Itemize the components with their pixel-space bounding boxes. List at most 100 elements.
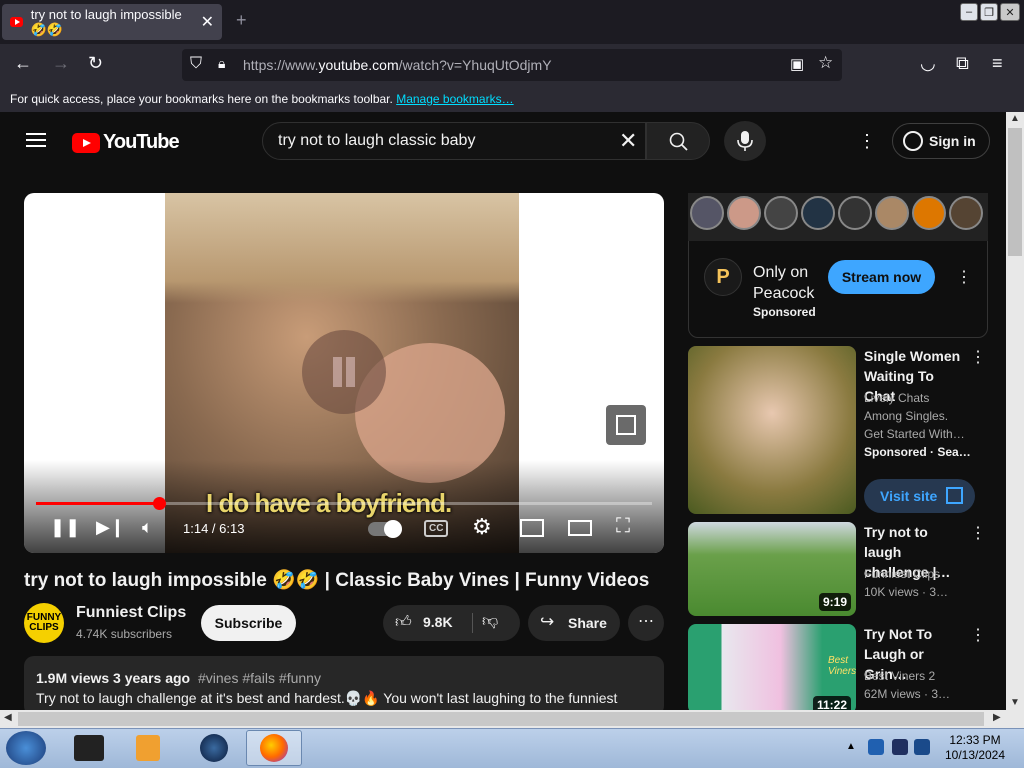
scroll-down-arrow-icon[interactable]: ▼ xyxy=(1010,697,1020,708)
rec-channel[interactable]: Funniest Clips xyxy=(864,565,940,583)
ad-banner-faces[interactable] xyxy=(688,193,988,241)
best-viners-watermark: Best Viners xyxy=(828,655,857,677)
bookmarks-toolbar: For quick access, place your bookmarks h… xyxy=(0,86,1024,112)
new-tab-icon[interactable]: + xyxy=(236,10,247,31)
rec-more-icon[interactable]: ⋮ xyxy=(970,523,986,543)
description-meta: 1.9M views 3 years ago #vines #fails #fu… xyxy=(36,670,321,686)
ad-title[interactable]: Only on Peacock xyxy=(753,262,823,304)
firefox-icon xyxy=(260,734,288,762)
ad-face-thumbnail xyxy=(875,196,909,230)
autoplay-toggle[interactable] xyxy=(368,520,402,538)
back-arrow-icon[interactable]: ← xyxy=(14,53,32,74)
url-text[interactable]: https://www.youtube.com/watch?v=YhuqUtOd… xyxy=(243,57,552,73)
rec-more-icon[interactable]: ⋮ xyxy=(970,625,986,645)
browser-tab[interactable]: try not to laugh impossible 🤣🤣 ✕ xyxy=(2,4,222,40)
manage-bookmarks-link[interactable]: Manage bookmarks… xyxy=(396,92,513,106)
captions-icon[interactable]: CC xyxy=(424,520,449,537)
close-tab-icon[interactable]: ✕ xyxy=(201,12,214,32)
ad-face-thumbnail xyxy=(949,196,983,230)
rec-meta: 10K views · 3… xyxy=(864,585,949,599)
bookmark-star-icon[interactable]: ☆ xyxy=(818,53,833,73)
clear-search-icon[interactable]: ✕ xyxy=(619,128,637,154)
address-bar[interactable]: ⛉ 🔒︎ https://www.youtube.com/watch?v=Yhu… xyxy=(182,49,842,81)
rec-channel[interactable]: Best Viners 2 xyxy=(864,667,935,685)
reader-view-icon[interactable]: ▣ xyxy=(790,55,804,73)
volume-icon[interactable]: 🔈︎ xyxy=(142,517,153,538)
horizontal-scroll-thumb[interactable] xyxy=(18,712,984,726)
video-duration: 9:19 xyxy=(819,593,852,611)
hashtags[interactable]: #vines #fails #funny xyxy=(198,670,321,686)
video-hair-region xyxy=(165,193,519,303)
share-arrow-icon[interactable]: ↪ xyxy=(540,612,554,632)
stream-now-button[interactable]: Stream now xyxy=(828,260,935,294)
sponsored-thumbnail[interactable] xyxy=(688,346,856,514)
sign-in-label: Sign in xyxy=(929,133,976,149)
tray-display-icon[interactable] xyxy=(892,739,908,755)
ad-face-thumbnail xyxy=(801,196,835,230)
media-player-icon xyxy=(136,735,160,761)
tray-app-icon[interactable] xyxy=(868,739,884,755)
tab-title: try not to laugh impossible 🤣🤣 xyxy=(30,6,182,37)
miniplayer-icon[interactable] xyxy=(520,519,544,537)
theater-mode-icon[interactable] xyxy=(568,520,592,536)
video-title: try not to laugh impossible 🤣🤣 | Classic… xyxy=(24,570,650,591)
scroll-up-arrow-icon[interactable]: ▲ xyxy=(1010,113,1020,124)
lock-icon[interactable]: 🔒︎ xyxy=(218,55,225,72)
shield-icon[interactable]: ⛉ xyxy=(190,55,202,73)
taskbar-app-terminal[interactable] xyxy=(62,730,118,766)
time-display: 1:14 / 6:13 xyxy=(183,521,245,536)
youtube-favicon-icon xyxy=(10,17,23,27)
restore-button[interactable]: ❐ xyxy=(980,3,998,21)
progress-scrubber[interactable] xyxy=(152,497,166,510)
visit-site-button[interactable]: Visit site xyxy=(864,479,975,513)
vertical-scroll-thumb[interactable] xyxy=(1008,128,1022,256)
dislike-icon[interactable]: 👎︎ xyxy=(482,612,498,631)
like-count[interactable]: 9.8K xyxy=(423,614,453,630)
voice-search-button[interactable] xyxy=(724,121,766,161)
center-pause-icon[interactable] xyxy=(302,330,386,414)
description-box[interactable] xyxy=(24,656,664,716)
rec-more-icon[interactable]: ⋮ xyxy=(970,347,986,367)
scroll-left-arrow-icon[interactable]: ◀ xyxy=(4,712,12,723)
settings-gear-icon[interactable]: ⚙ xyxy=(472,514,492,540)
sign-in-button[interactable]: Sign in xyxy=(892,123,990,159)
taskbar-app-firefox[interactable] xyxy=(246,730,302,766)
like-icon[interactable]: 👍︎ xyxy=(395,613,412,632)
window-controls: – ❐ ✕ xyxy=(960,3,1020,21)
search-icon xyxy=(669,132,688,151)
extensions-icon[interactable]: ⧉ xyxy=(956,53,969,74)
search-input[interactable]: try not to laugh classic baby xyxy=(278,132,475,150)
minimize-button[interactable]: – xyxy=(960,3,978,21)
menu-icon[interactable]: ≡ xyxy=(992,53,1003,74)
ad-more-icon[interactable]: ⋮ xyxy=(956,267,972,287)
more-actions-button[interactable]: ⋯ xyxy=(628,605,664,641)
forward-arrow-icon[interactable]: → xyxy=(52,53,70,74)
rec-sponsored-meta: Sponsored · Sea… xyxy=(864,445,971,459)
subscribe-button[interactable]: Subscribe xyxy=(201,605,296,641)
tray-expand-icon[interactable]: ▲ xyxy=(846,741,856,752)
taskbar-app-media-player[interactable] xyxy=(122,730,178,766)
channel-avatar[interactable]: FUNNY CLIPS xyxy=(24,603,64,643)
channel-name[interactable]: Funniest Clips xyxy=(76,604,186,622)
taskbar-app-network[interactable] xyxy=(186,730,242,766)
hamburger-menu-icon[interactable] xyxy=(26,133,46,147)
youtube-logo[interactable]: YouTube xyxy=(72,131,180,154)
scroll-right-arrow-icon[interactable]: ▶ xyxy=(993,712,1001,723)
clock-date: 10/13/2024 xyxy=(944,748,1006,762)
autoplay-knob xyxy=(384,520,402,538)
pause-icon[interactable]: ❚❚ xyxy=(50,517,80,538)
tray-network-icon[interactable] xyxy=(914,739,930,755)
system-clock[interactable]: 12:33 PM 10/13/2024 xyxy=(935,733,1015,763)
start-button[interactable] xyxy=(6,731,46,765)
fullscreen-icon[interactable]: ⛶ xyxy=(616,515,630,538)
reload-icon[interactable]: ↻ xyxy=(88,53,103,74)
pocket-icon[interactable]: ◡ xyxy=(920,53,936,74)
progress-played xyxy=(36,502,159,505)
next-icon[interactable]: ▶❙ xyxy=(96,517,125,538)
peacock-logo[interactable]: P xyxy=(704,258,742,296)
miniplayer-expand-icon[interactable] xyxy=(606,405,646,445)
search-button[interactable] xyxy=(646,122,710,160)
close-window-button[interactable]: ✕ xyxy=(1000,3,1020,21)
like-separator xyxy=(472,613,473,633)
settings-more-icon[interactable]: ⋮ xyxy=(858,131,876,152)
